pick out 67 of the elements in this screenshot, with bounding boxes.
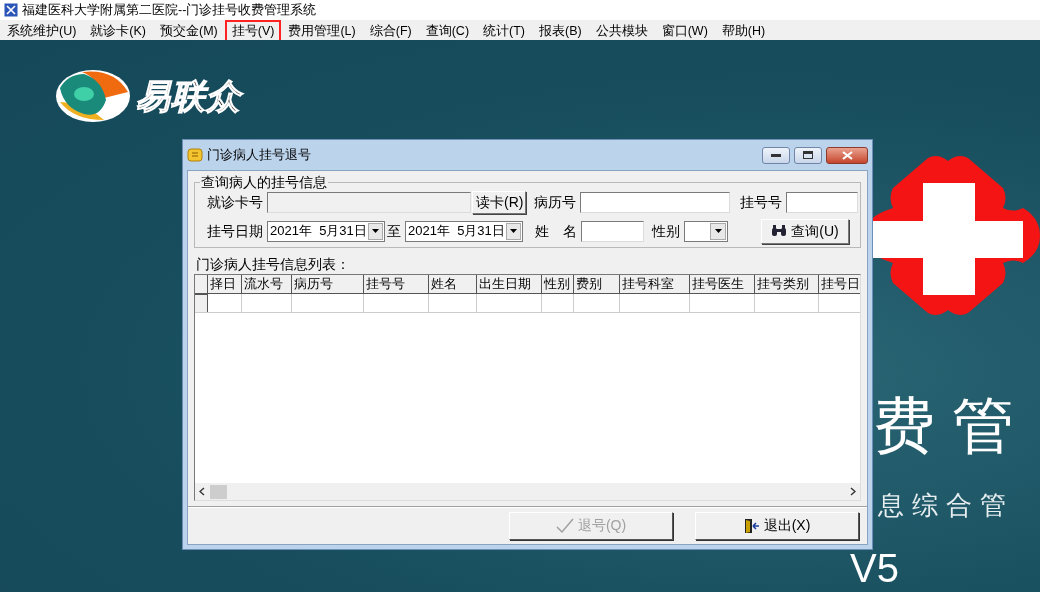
banner-subtitle: 息综合管	[878, 492, 1014, 518]
field-label: 就诊卡号	[207, 192, 263, 212]
field-label: 性别	[652, 221, 680, 241]
dropdown-arrow-icon[interactable]	[714, 229, 722, 233]
column-header[interactable]: 挂号科室	[620, 275, 690, 293]
medical-cross-icon	[873, 153, 1040, 318]
scroll-left-icon[interactable]	[199, 487, 205, 496]
menu-item[interactable]: 预交金(M)	[153, 20, 225, 42]
field-label: 挂号日期	[207, 221, 263, 241]
read-card-button[interactable]: 读卡(R)	[472, 190, 526, 214]
menu-item[interactable]: 查询(C)	[418, 20, 477, 42]
field-label: 病历号	[534, 192, 576, 212]
horizontal-scrollbar[interactable]	[195, 483, 860, 500]
menu-item[interactable]: 统计(T)	[476, 20, 533, 42]
list-title: 门诊病人挂号信息列表：	[196, 256, 351, 272]
scroll-right-icon[interactable]	[850, 487, 856, 496]
close-icon	[841, 150, 853, 160]
column-header[interactable]: 病历号	[292, 275, 364, 293]
binoculars-icon	[771, 225, 788, 237]
date-picker[interactable]: 2021年 5月31日	[267, 220, 385, 242]
column-header[interactable]: 挂号类别	[755, 275, 819, 293]
check-icon	[555, 517, 574, 534]
date-picker[interactable]: 2021年 5月31日	[405, 220, 523, 242]
minimize-icon	[771, 153, 781, 157]
exit-button[interactable]: 退出(X)	[695, 511, 859, 540]
banner-text: 费 管	[873, 395, 1015, 457]
column-header[interactable]: 性别	[542, 275, 574, 293]
logo-icon	[54, 68, 132, 124]
dropdown-field[interactable]	[684, 220, 728, 242]
dialog-icon	[187, 147, 203, 163]
field-label: 挂号号	[740, 192, 782, 212]
menu-item[interactable]: 窗口(W)	[654, 20, 715, 42]
column-header[interactable]: 姓名	[429, 275, 477, 293]
window-title: 福建医科大学附属第二医院--门诊挂号收费管理系统	[22, 1, 317, 19]
maximize-icon	[803, 151, 813, 159]
column-header[interactable]: 费别	[574, 275, 620, 293]
search-button[interactable]: 查询(U)	[761, 218, 849, 244]
version-text: V5	[850, 548, 899, 588]
menu-item[interactable]: 系统维护(U)	[0, 20, 84, 42]
field-label: 至	[387, 221, 401, 241]
menu-item[interactable]: 就诊卡(K)	[83, 20, 154, 42]
column-header[interactable]: 挂号号	[364, 275, 429, 293]
scroll-thumb[interactable]	[210, 484, 227, 499]
menu-item[interactable]: 费用管理(L)	[281, 20, 363, 42]
menu-item[interactable]: 报表(B)	[532, 20, 589, 42]
text-field[interactable]	[786, 191, 858, 213]
dropdown-arrow-icon[interactable]	[371, 229, 379, 233]
column-header[interactable]: 挂号日	[819, 275, 860, 293]
menu-item[interactable]: 公共模块	[588, 20, 655, 42]
column-header[interactable]: 出生日期	[477, 275, 542, 293]
dropdown-arrow-icon[interactable]	[509, 229, 517, 233]
column-header[interactable]: 流水号	[242, 275, 292, 293]
menu-item[interactable]: 综合(F)	[362, 20, 419, 42]
close-button[interactable]	[826, 146, 868, 164]
dialog-title: 门诊病人挂号退号	[207, 146, 312, 164]
text-field[interactable]	[580, 191, 730, 213]
app-icon	[4, 3, 18, 17]
column-header[interactable]: 择日	[208, 275, 242, 293]
logo-text: 易联众	[136, 75, 241, 117]
minimize-button[interactable]	[762, 146, 790, 164]
text-field[interactable]	[581, 220, 644, 242]
maximize-button[interactable]	[794, 146, 822, 164]
exit-door-icon	[743, 517, 760, 534]
group-title: 查询病人的挂号信息	[200, 174, 328, 190]
field-label: 姓 名	[535, 221, 577, 241]
menu-item[interactable]: 帮助(H)	[714, 20, 773, 42]
column-header[interactable]: 挂号医生	[690, 275, 755, 293]
